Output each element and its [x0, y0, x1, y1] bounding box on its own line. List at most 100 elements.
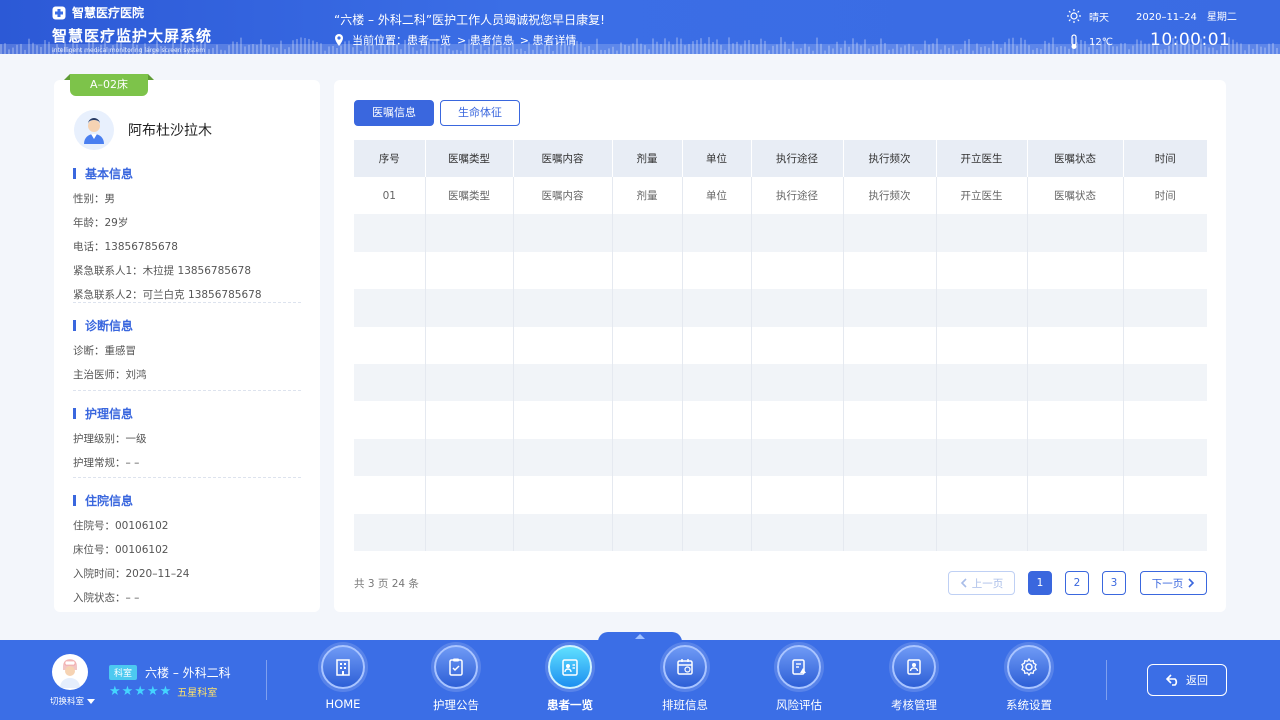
info-field: 入院状态：– – — [73, 592, 140, 604]
department-info: 科室 六楼 – 外科二科 — [109, 664, 231, 681]
table-cell: 医嘱类型 — [425, 177, 514, 215]
table-cell — [1123, 438, 1207, 477]
prev-page-label: 上一页 — [971, 577, 1004, 590]
table-row[interactable]: 01 医嘱类型 医嘱内容 剂量 单位 执行途径 执行频次 开立医生 医嘱状态 时… — [354, 177, 1207, 215]
info-field: 护理常规：– – — [73, 457, 140, 469]
table-cell — [936, 513, 1028, 551]
table-header-row: 序号 医嘱类型 医嘱内容 剂量 单位 执行途径 执行频次 开立医生 医嘱状态 时… — [354, 140, 1207, 177]
table-cell — [936, 363, 1028, 402]
back-label: 返回 — [1186, 674, 1208, 687]
caret-down-icon — [87, 698, 96, 704]
patient-avatar — [74, 110, 114, 150]
table-cell — [425, 289, 514, 327]
table-row-empty — [354, 513, 1207, 551]
nav-schedule[interactable]: 排班信息 — [635, 645, 735, 713]
datetime-panel: 2020–11–24 星期二 10:00:01 — [1136, 8, 1237, 50]
table-cell: 执行频次 — [843, 177, 937, 215]
table-cell — [751, 326, 844, 364]
table-cell — [843, 326, 937, 364]
system-subtitle: Intelligent medical monitoring large scr… — [52, 47, 206, 54]
table-cell — [354, 251, 426, 290]
table-cell — [682, 401, 752, 439]
nav-assessment-management[interactable]: 考核管理 — [864, 645, 964, 713]
footer-divider — [1106, 660, 1107, 700]
star-icon: ★ — [146, 684, 159, 699]
table-cell — [936, 289, 1028, 327]
column-header: 剂量 — [612, 140, 683, 177]
rating-label: 五星科室 — [177, 688, 218, 699]
table-cell: 开立医生 — [936, 177, 1028, 215]
nav-label: HOME — [325, 697, 361, 711]
table-cell — [751, 289, 844, 327]
table-row-empty — [354, 214, 1207, 252]
table-cell — [425, 476, 514, 514]
nav-patient-list[interactable]: 患者一览 — [520, 645, 620, 713]
patient-header: 阿布杜沙拉木 — [74, 110, 212, 150]
clock-text: 10:00:01 — [1150, 30, 1231, 50]
table-cell: 医嘱状态 — [1027, 177, 1124, 215]
column-header: 执行频次 — [843, 140, 937, 177]
table-row-empty — [354, 363, 1207, 402]
back-button[interactable]: 返回 — [1147, 664, 1227, 696]
table-cell — [682, 214, 752, 252]
nav-risk-assessment[interactable]: 风险评估 — [749, 645, 849, 713]
table-cell: 医嘱内容 — [513, 177, 613, 215]
table-row-empty — [354, 438, 1207, 477]
prev-page-button[interactable]: 上一页 — [948, 571, 1015, 595]
top-header: 智慧医疗医院 智慧医疗监护大屏系统 Intelligent medical mo… — [0, 0, 1280, 54]
section-diagnosis-info: 诊断信息 诊断：重感冒 主治医师：刘鸿 — [73, 317, 301, 382]
bed-number-tag: A–02床 — [64, 74, 154, 96]
next-page-label: 下一页 — [1151, 577, 1184, 590]
orders-table: 序号 医嘱类型 医嘱内容 剂量 单位 执行途径 执行频次 开立医生 医嘱状态 时… — [354, 140, 1207, 551]
table-cell — [354, 289, 426, 327]
table-cell — [751, 401, 844, 439]
table-cell — [936, 214, 1028, 252]
table-row-empty — [354, 476, 1207, 514]
table-cell — [612, 251, 683, 290]
table-cell — [513, 476, 613, 514]
info-field: 床位号：00106102 — [73, 544, 169, 556]
breadcrumb-item[interactable]: > 患者信息 — [457, 32, 514, 48]
breadcrumb-item[interactable]: 患者一览 — [407, 32, 451, 48]
location-pin-icon — [335, 34, 343, 46]
table-cell — [425, 214, 514, 252]
section-title: 诊断信息 — [73, 317, 301, 334]
table-cell: 时间 — [1154, 190, 1176, 203]
nav-home[interactable]: HOME — [293, 645, 393, 711]
table-cell — [1123, 476, 1207, 513]
table-cell — [513, 214, 613, 252]
nav-nursing-notice[interactable]: 护理公告 — [406, 645, 506, 713]
table-cell — [1027, 289, 1124, 327]
table-cell — [513, 513, 613, 551]
star-icon: ★ — [121, 684, 134, 699]
page-button-1[interactable]: 1 — [1028, 571, 1052, 595]
tab-vital-signs[interactable]: 生命体征 — [440, 100, 520, 126]
table-cell — [843, 476, 937, 514]
nav-label: 患者一览 — [547, 698, 593, 712]
info-field: 年龄：29岁 — [73, 217, 129, 229]
nav-label: 风险评估 — [776, 698, 822, 712]
detail-tabs: 医嘱信息 生命体征 — [354, 100, 526, 126]
nav-label: 护理公告 — [433, 698, 479, 712]
nurse-avatar-icon — [60, 659, 80, 688]
table-cell — [843, 363, 937, 402]
page-button-3[interactable]: 3 — [1102, 571, 1126, 595]
section-nursing-info: 护理信息 护理级别：一级 护理常规：– – — [73, 405, 301, 470]
page-button-2[interactable]: 2 — [1065, 571, 1089, 595]
chevron-right-icon — [1188, 578, 1195, 588]
date-text: 2020–11–24 — [1136, 12, 1197, 23]
table-cell: 单位 — [682, 177, 752, 215]
column-header: 时间 — [1123, 140, 1207, 177]
switch-department-button[interactable]: 切换科室 — [50, 695, 96, 707]
department-badge: 科室 — [109, 665, 138, 680]
next-page-button[interactable]: 下一页 — [1140, 571, 1207, 595]
table-cell — [513, 363, 613, 402]
tab-medical-orders[interactable]: 医嘱信息 — [354, 100, 434, 126]
table-cell — [682, 289, 752, 327]
brand: 智慧医疗医院 智慧医疗监护大屏系统 Intelligent medical mo… — [52, 4, 212, 54]
thermometer-icon — [1071, 34, 1077, 49]
table-cell — [612, 401, 683, 439]
nav-system-settings[interactable]: 系统设置 — [979, 645, 1079, 713]
table-cell — [682, 513, 752, 551]
table-cell — [1123, 513, 1207, 551]
